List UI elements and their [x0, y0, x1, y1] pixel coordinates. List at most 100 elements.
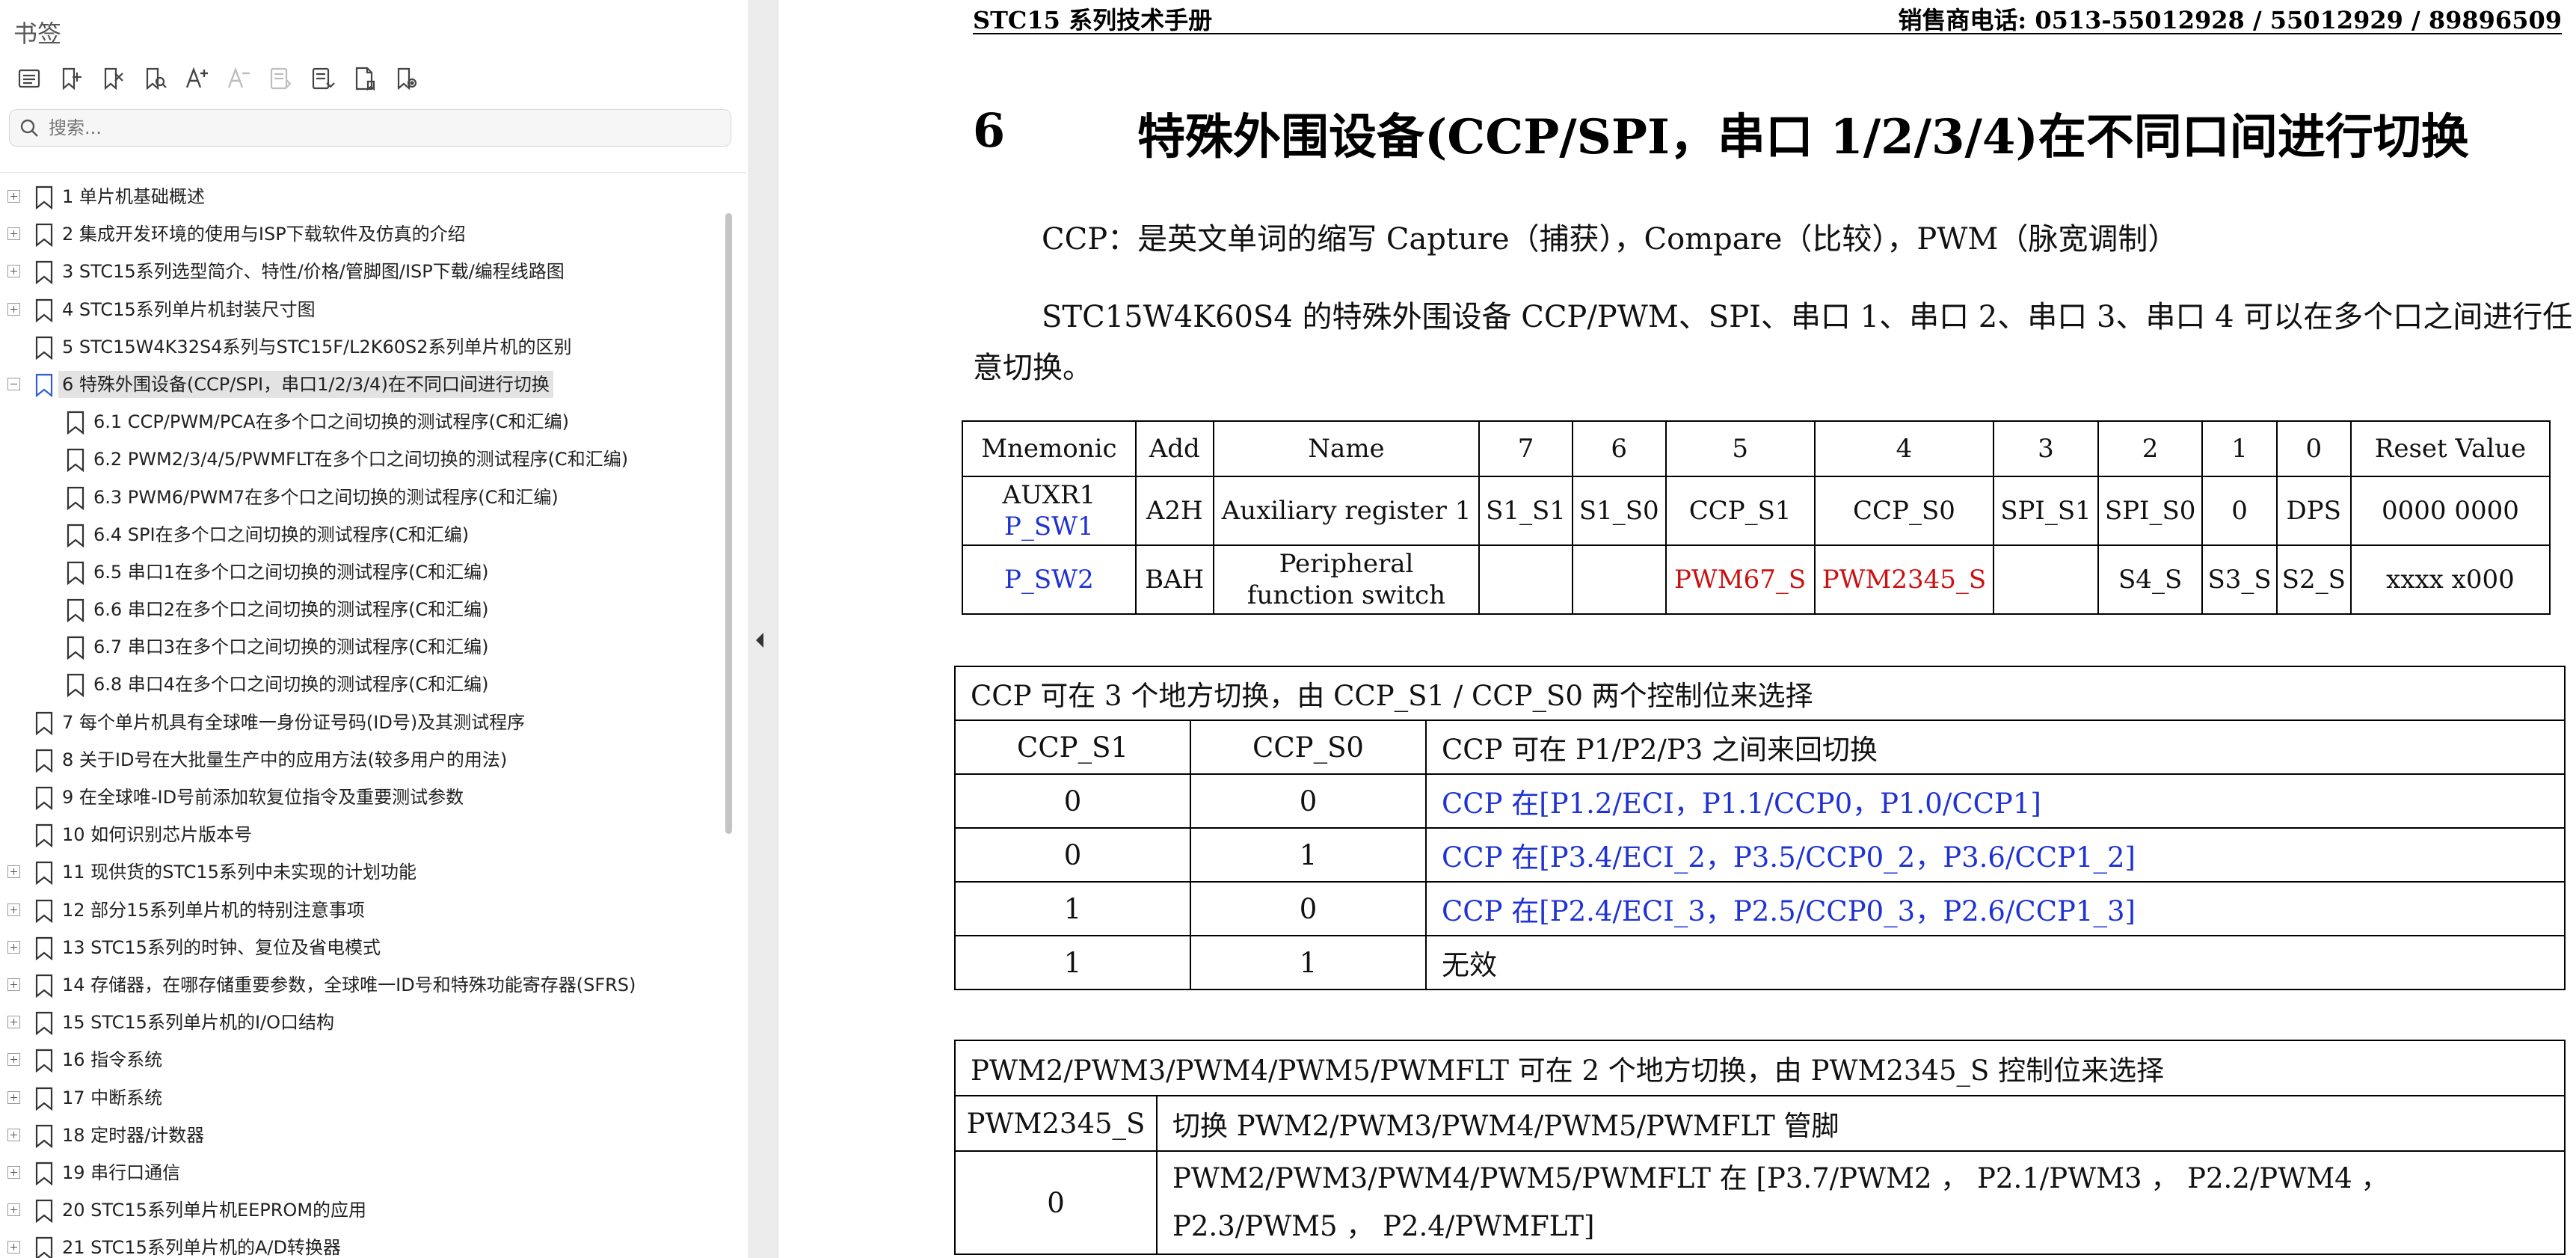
- pin-mapping-link[interactable]: CCP 在[P1.2/ECI，P1.1/CCP0，P1.0/CCP1]: [1425, 773, 2566, 829]
- header-cell: 3: [1993, 420, 2099, 477]
- bookmark-icon: [35, 749, 53, 773]
- bookmark-item[interactable]: 18 定时器/计数器: [0, 1117, 725, 1154]
- bookmark-label: 6.1 CCP/PWM/PCA在多个口之间切换的测试程序(C和汇编): [93, 411, 569, 433]
- bookmark-item[interactable]: 9 在全球唯-ID号前添加软复位指令及重要测试参数: [0, 779, 725, 816]
- bookmark-item[interactable]: 4 STC15系列单片机封装尺寸图: [0, 291, 725, 328]
- bookmark-item[interactable]: 13 STC15系列的时钟、复位及省电模式: [0, 929, 725, 966]
- bookmark-item[interactable]: 21 STC15系列单片机的A/D转换器: [0, 1229, 725, 1258]
- bit-cell: S3_S: [2201, 544, 2278, 615]
- pin-mapping-link[interactable]: CCP 在[P3.4/ECI_2，P3.5/CCP0_2，P3.6/CCP1_2…: [1425, 827, 2566, 883]
- bit-cell: [1571, 544, 1667, 615]
- collapse-icon[interactable]: [7, 377, 20, 390]
- bookmark-item[interactable]: 8 关于ID号在大批量生产中的应用方法(较多用户的用法): [0, 741, 725, 779]
- bookmark-item[interactable]: 6.1 CCP/PWM/PCA在多个口之间切换的测试程序(C和汇编): [0, 403, 725, 441]
- bookmark-icon: [35, 1237, 53, 1258]
- bookmarks-panel: 书签 搜索... 1 单片机基础概述 2 集成开发环境的使用与ISP下载软件及仿…: [0, 0, 748, 1258]
- bookmark-label: 6.7 串口3在多个口之间切换的测试程序(C和汇编): [93, 636, 489, 658]
- bookmark-icon: [35, 1199, 53, 1224]
- header-phone: 销售商电话: 0513-55012928 / 55012929 / 898965…: [1898, 6, 2562, 34]
- bookmark-tree: 1 单片机基础概述 2 集成开发环境的使用与ISP下载软件及仿真的介绍 3 STC1…: [0, 178, 725, 1258]
- expand-icon[interactable]: [7, 940, 20, 954]
- bookmark-item[interactable]: 14 存储器，在哪存储重要参数，全球唯一ID号和特殊功能寄存器(SFRS): [0, 966, 725, 1004]
- page-bookmark-icon[interactable]: [345, 60, 383, 97]
- header-cell: 7: [1478, 420, 1573, 477]
- divider: [0, 172, 746, 173]
- search-input[interactable]: [47, 114, 716, 141]
- bookmark-item[interactable]: 7 每个单片机具有全球唯一身份证号码(ID号)及其测试程序: [0, 704, 725, 741]
- expand-icon[interactable]: [7, 302, 20, 316]
- bookmark-item[interactable]: 6.8 串口4在多个口之间切换的测试程序(C和汇编): [0, 666, 725, 703]
- expand-icon[interactable]: [7, 903, 20, 916]
- bookmark-item[interactable]: 6.7 串口3在多个口之间切换的测试程序(C和汇编): [0, 628, 725, 666]
- expand-icon[interactable]: [7, 1241, 20, 1254]
- bookmark-label: 11 现供货的STC15系列中未实现的计划功能: [62, 862, 416, 883]
- collapse-outline-icon[interactable]: [304, 60, 341, 97]
- expand-icon[interactable]: [7, 227, 20, 241]
- expand-outline-icon[interactable]: [262, 60, 299, 97]
- expand-icon[interactable]: [7, 265, 20, 278]
- bookmark-label: 8 关于ID号在大批量生产中的应用方法(较多用户的用法): [62, 749, 508, 770]
- expand-icon[interactable]: [7, 1090, 20, 1104]
- bookmark-item[interactable]: 6.4 SPI在多个口之间切换的测试程序(C和汇编): [0, 516, 725, 553]
- table-title: PWM2/PWM3/PWM4/PWM5/PWMFLT 可在 2 个地方切换，由 …: [954, 1040, 2566, 1096]
- bookmark-icon: [35, 1124, 53, 1148]
- expand-icon[interactable]: [7, 978, 20, 991]
- bookmark-item[interactable]: 6.5 串口1在多个口之间切换的测试程序(C和汇编): [0, 553, 725, 591]
- list-icon[interactable]: [10, 60, 48, 97]
- table-header-row: Mnemonic Add Name 7 6 5 4 3 2 1 0 Reset …: [962, 420, 2551, 477]
- add-bookmark-icon[interactable]: [52, 60, 90, 97]
- bit-cell: S2_S: [2275, 544, 2352, 615]
- expand-icon[interactable]: [7, 1203, 20, 1217]
- collapse-panel-icon[interactable]: [749, 625, 770, 655]
- mnemonic-link[interactable]: P_SW2: [962, 544, 1137, 615]
- mnemonic-link[interactable]: P_SW1: [968, 511, 1131, 542]
- font-larger-icon[interactable]: [178, 60, 215, 97]
- bookmark-item[interactable]: 19 串行口通信: [0, 1154, 725, 1191]
- bookmark-label: 9 在全球唯-ID号前添加软复位指令及重要测试参数: [62, 787, 464, 808]
- bookmark-search[interactable]: [9, 109, 731, 147]
- expand-icon[interactable]: [7, 1165, 20, 1179]
- bookmark-item[interactable]: 6.3 PWM6/PWM7在多个口之间切换的测试程序(C和汇编): [0, 479, 725, 516]
- table-row: 1 0 CCP 在[P2.4/ECI_3，P2.5/CCP0_3，P2.6/CC…: [954, 881, 2566, 936]
- bookmark-item[interactable]: 6.2 PWM2/3/4/5/PWMFLT在多个口之间切换的测试程序(C和汇编): [0, 441, 725, 478]
- bookmark-label: 6.8 串口4在多个口之间切换的测试程序(C和汇编): [93, 674, 489, 696]
- ccp-switch-table: CCP 可在 3 个地方切换，由 CCP_S1 / CCP_S0 两个控制位来选…: [954, 666, 2566, 990]
- locate-bookmark-icon[interactable]: [387, 60, 425, 97]
- bookmark-item[interactable]: 1 单片机基础概述: [0, 178, 725, 215]
- table-cell: 1: [954, 935, 1191, 990]
- bookmark-item[interactable]: 6.6 串口2在多个口之间切换的测试程序(C和汇编): [0, 591, 725, 628]
- bit-cell: [1478, 544, 1573, 615]
- font-smaller-icon[interactable]: [220, 60, 257, 97]
- expand-icon[interactable]: [7, 865, 20, 879]
- bookmark-item[interactable]: 17 中断系统: [0, 1079, 725, 1117]
- expand-icon[interactable]: [7, 1128, 20, 1141]
- find-bookmark-icon[interactable]: [136, 60, 173, 97]
- expand-icon[interactable]: [7, 1053, 20, 1067]
- bookmark-label: 17 中断系统: [62, 1087, 163, 1108]
- bookmark-item[interactable]: 6 特殊外围设备(CCP/SPI，串口1/2/3/4)在不同口间进行切换: [0, 366, 725, 403]
- bookmark-icon: [35, 298, 53, 322]
- delete-bookmark-icon[interactable]: [94, 60, 132, 97]
- expand-icon[interactable]: [7, 1016, 20, 1029]
- bookmark-item[interactable]: 11 现供货的STC15系列中未实现的计划功能: [0, 853, 725, 891]
- bookmark-label: 6 特殊外围设备(CCP/SPI，串口1/2/3/4)在不同口间进行切换: [58, 370, 553, 398]
- bookmark-scrollbar[interactable]: [725, 213, 732, 834]
- header-cell: Reset Value: [2349, 420, 2551, 477]
- bookmark-item[interactable]: 12 部分15系列单片机的特别注意事项: [0, 892, 725, 929]
- bookmark-item[interactable]: 2 集成开发环境的使用与ISP下载软件及仿真的介绍: [0, 215, 725, 253]
- bookmark-icon: [35, 1012, 53, 1036]
- bookmark-item[interactable]: 5 STC15W4K32S4系列与STC15F/L2K60S2系列单片机的区别: [0, 328, 725, 366]
- expand-icon[interactable]: [7, 190, 20, 203]
- pin-mapping-link[interactable]: CCP 在[P2.4/ECI_3，P2.5/CCP0_3，P2.6/CCP1_3…: [1425, 881, 2566, 936]
- bookmark-item[interactable]: 20 STC15系列单片机EEPROM的应用: [0, 1191, 725, 1229]
- bookmark-item[interactable]: 15 STC15系列单片机的I/O口结构: [0, 1004, 725, 1041]
- bookmark-item[interactable]: 3 STC15系列选型简介、特性/价格/管脚图/ISP下载/编程线路图: [0, 253, 725, 290]
- bookmark-icon: [67, 561, 84, 585]
- bookmark-label: 5 STC15W4K32S4系列与STC15F/L2K60S2系列单片机的区别: [62, 336, 572, 358]
- bookmark-item[interactable]: 16 指令系统: [0, 1041, 725, 1078]
- bookmark-icon: [35, 373, 53, 397]
- bookmark-item[interactable]: 10 如何识别芯片版本号: [0, 816, 725, 853]
- table-cell: 0: [954, 773, 1191, 829]
- bookmark-label: 6.2 PWM2/3/4/5/PWMFLT在多个口之间切换的测试程序(C和汇编): [93, 449, 629, 470]
- header-cell: 切换 PWM2/PWM3/PWM4/PWM5/PWMFLT 管脚: [1156, 1095, 2566, 1152]
